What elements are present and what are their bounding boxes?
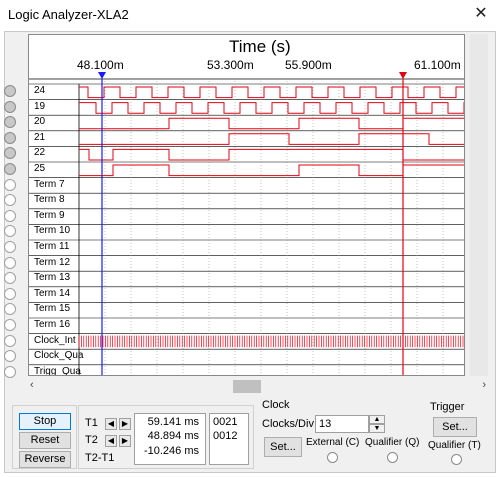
channel-radio[interactable] xyxy=(4,287,16,300)
title-bar: Logic Analyzer-XLA2 ✕ xyxy=(0,0,500,30)
clock-group-label: Clock xyxy=(262,399,290,411)
channel-label: Term 16 xyxy=(34,319,71,330)
signal-waveform xyxy=(79,117,464,130)
cursor-t1-marker-icon[interactable] xyxy=(98,72,106,79)
cursor-code-box: 0021 0012 xyxy=(209,413,249,465)
channel-label: 20 xyxy=(34,116,46,128)
clock-qualifier-radio[interactable] xyxy=(387,452,398,463)
cursor-time-box: 59.141 ms 48.894 ms -10.246 ms xyxy=(134,413,206,465)
channel-radio[interactable] xyxy=(4,256,16,269)
scroll-thumb[interactable] xyxy=(233,380,261,393)
signal-waveform xyxy=(79,148,464,161)
channel-label: Term 9 xyxy=(34,209,65,221)
t1-left-arrow-icon[interactable]: ◀ xyxy=(105,418,117,430)
waveform-plot[interactable]: Time (s) 48.100m 53.300m 55.900m 61.100m… xyxy=(28,34,465,376)
signal-waveform xyxy=(79,164,464,177)
signal-waveform xyxy=(79,133,464,145)
channel-radio[interactable] xyxy=(4,319,16,331)
clocks-div-input[interactable]: 13 xyxy=(315,415,369,433)
channel-label: 21 xyxy=(34,131,46,143)
clocks-div-label: Clocks/Div xyxy=(262,418,314,430)
trigger-qualifier-radio[interactable] xyxy=(451,454,462,465)
channel-radio[interactable] xyxy=(4,85,16,97)
channel-radio[interactable] xyxy=(4,241,16,253)
t2-label: T2 xyxy=(85,434,98,446)
reverse-button[interactable]: Reverse xyxy=(19,451,71,468)
channel-label: Term 8 xyxy=(34,194,65,206)
channel-label: Trigg_Qua xyxy=(34,365,81,376)
diff-time-value: -10.246 ms xyxy=(143,445,199,457)
channel-label: 25 xyxy=(34,163,46,174)
trigger-qualifier-label: Qualifier (T) xyxy=(428,440,481,451)
signal-waveform xyxy=(79,102,464,114)
external-label: External (C) xyxy=(306,437,360,448)
clock-qualifier-label: Qualifier (Q) xyxy=(365,437,420,448)
channel-label: Term 13 xyxy=(34,272,71,284)
channel-label: Term 11 xyxy=(34,241,70,252)
t1-right-arrow-icon[interactable]: ▶ xyxy=(119,418,131,430)
channel-label: 19 xyxy=(34,100,46,112)
channel-radio[interactable] xyxy=(4,178,16,191)
close-icon[interactable]: ✕ xyxy=(470,3,492,25)
channel-label: Term 12 xyxy=(34,256,71,268)
channel-radio[interactable] xyxy=(4,209,16,222)
vertical-scrollbar[interactable] xyxy=(470,34,488,376)
channel-radio[interactable] xyxy=(4,365,16,378)
waveform-svg xyxy=(29,72,464,375)
reset-button[interactable]: Reset xyxy=(19,432,71,449)
clock-set-button[interactable]: Set... xyxy=(264,437,302,457)
t2-t1-label: T2-T1 xyxy=(85,452,115,464)
channel-label: Clock_Int xyxy=(34,334,76,346)
external-radio[interactable] xyxy=(327,452,338,463)
spin-up-icon[interactable]: ▲ xyxy=(369,415,385,424)
channel-label: Term 14 xyxy=(34,287,71,299)
channel-radio[interactable] xyxy=(4,334,16,347)
spin-down-icon[interactable]: ▼ xyxy=(369,424,385,433)
channel-radio[interactable] xyxy=(4,163,16,175)
signal-waveform xyxy=(79,86,464,99)
channel-label: 24 xyxy=(34,85,46,96)
t2-code-value: 0012 xyxy=(213,430,238,442)
window-title: Logic Analyzer-XLA2 xyxy=(8,7,129,22)
t1-label: T1 xyxy=(85,417,98,429)
scroll-left-icon[interactable]: ‹ xyxy=(30,379,34,391)
t2-left-arrow-icon[interactable]: ◀ xyxy=(105,435,117,447)
channel-label: Term 10 xyxy=(34,225,71,237)
horizontal-scrollbar[interactable]: ‹ › xyxy=(28,378,490,395)
cursor-t2-marker-icon[interactable] xyxy=(399,72,407,79)
channel-radio[interactable] xyxy=(4,100,16,113)
channel-label: 22 xyxy=(34,147,46,159)
t2-right-arrow-icon[interactable]: ▶ xyxy=(119,435,131,447)
stop-button[interactable]: Stop xyxy=(19,413,71,430)
trigger-group-label: Trigger xyxy=(430,401,465,413)
trigger-set-button[interactable]: Set... xyxy=(433,417,477,437)
t2-time-value: 48.894 ms xyxy=(147,430,199,442)
channel-radio[interactable] xyxy=(4,131,16,144)
scroll-right-icon[interactable]: › xyxy=(482,379,486,391)
channel-label: Term 15 xyxy=(34,303,71,315)
channel-label: Term 7 xyxy=(34,178,65,190)
t1-time-value: 59.141 ms xyxy=(147,416,199,428)
channel-label: Clock_Qua xyxy=(34,350,84,362)
t1-code-value: 0021 xyxy=(213,416,238,428)
